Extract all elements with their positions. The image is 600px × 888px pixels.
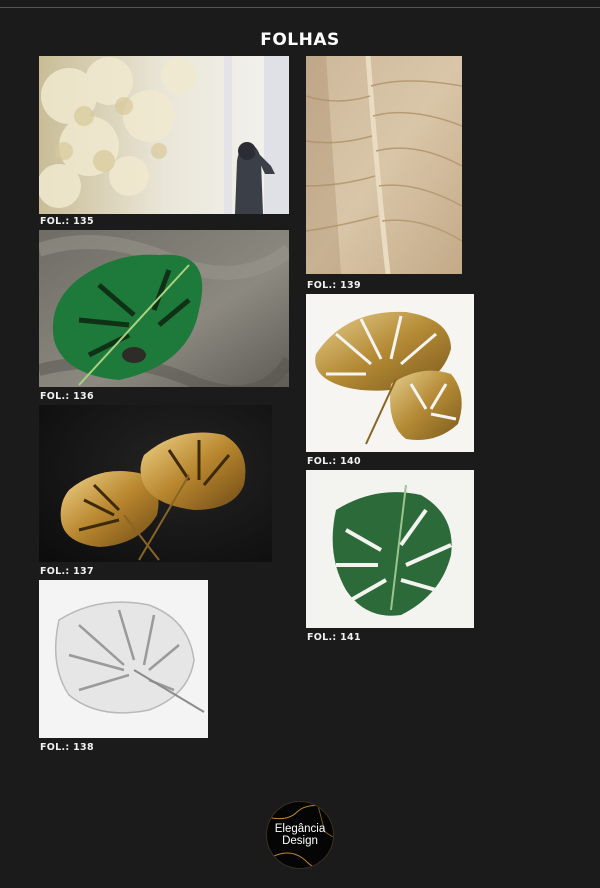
- page-title: FOLHAS: [260, 30, 340, 50]
- photo-fol-137: [39, 405, 272, 562]
- caption-fol-140: FOL.: 140: [307, 456, 361, 467]
- logo-line-2: Design: [282, 835, 318, 847]
- logo-line-1: Elegância: [274, 823, 326, 835]
- caption-fol-135: FOL.: 135: [40, 216, 94, 227]
- brand-logo: Elegância Design: [266, 801, 334, 869]
- photo-fol-141: [306, 470, 474, 628]
- caption-fol-141: FOL.: 141: [307, 632, 361, 643]
- photo-fol-139: [306, 56, 462, 274]
- caption-fol-137: FOL.: 137: [40, 566, 94, 577]
- caption-fol-138: FOL.: 138: [40, 742, 94, 753]
- photo-fol-138: [39, 580, 208, 738]
- caption-fol-136: FOL.: 136: [40, 391, 94, 402]
- top-divider: [0, 7, 600, 8]
- photo-fol-140: [306, 294, 474, 452]
- caption-fol-139: FOL.: 139: [307, 280, 361, 291]
- photo-fol-135: [39, 56, 289, 214]
- photo-fol-136: [39, 230, 289, 387]
